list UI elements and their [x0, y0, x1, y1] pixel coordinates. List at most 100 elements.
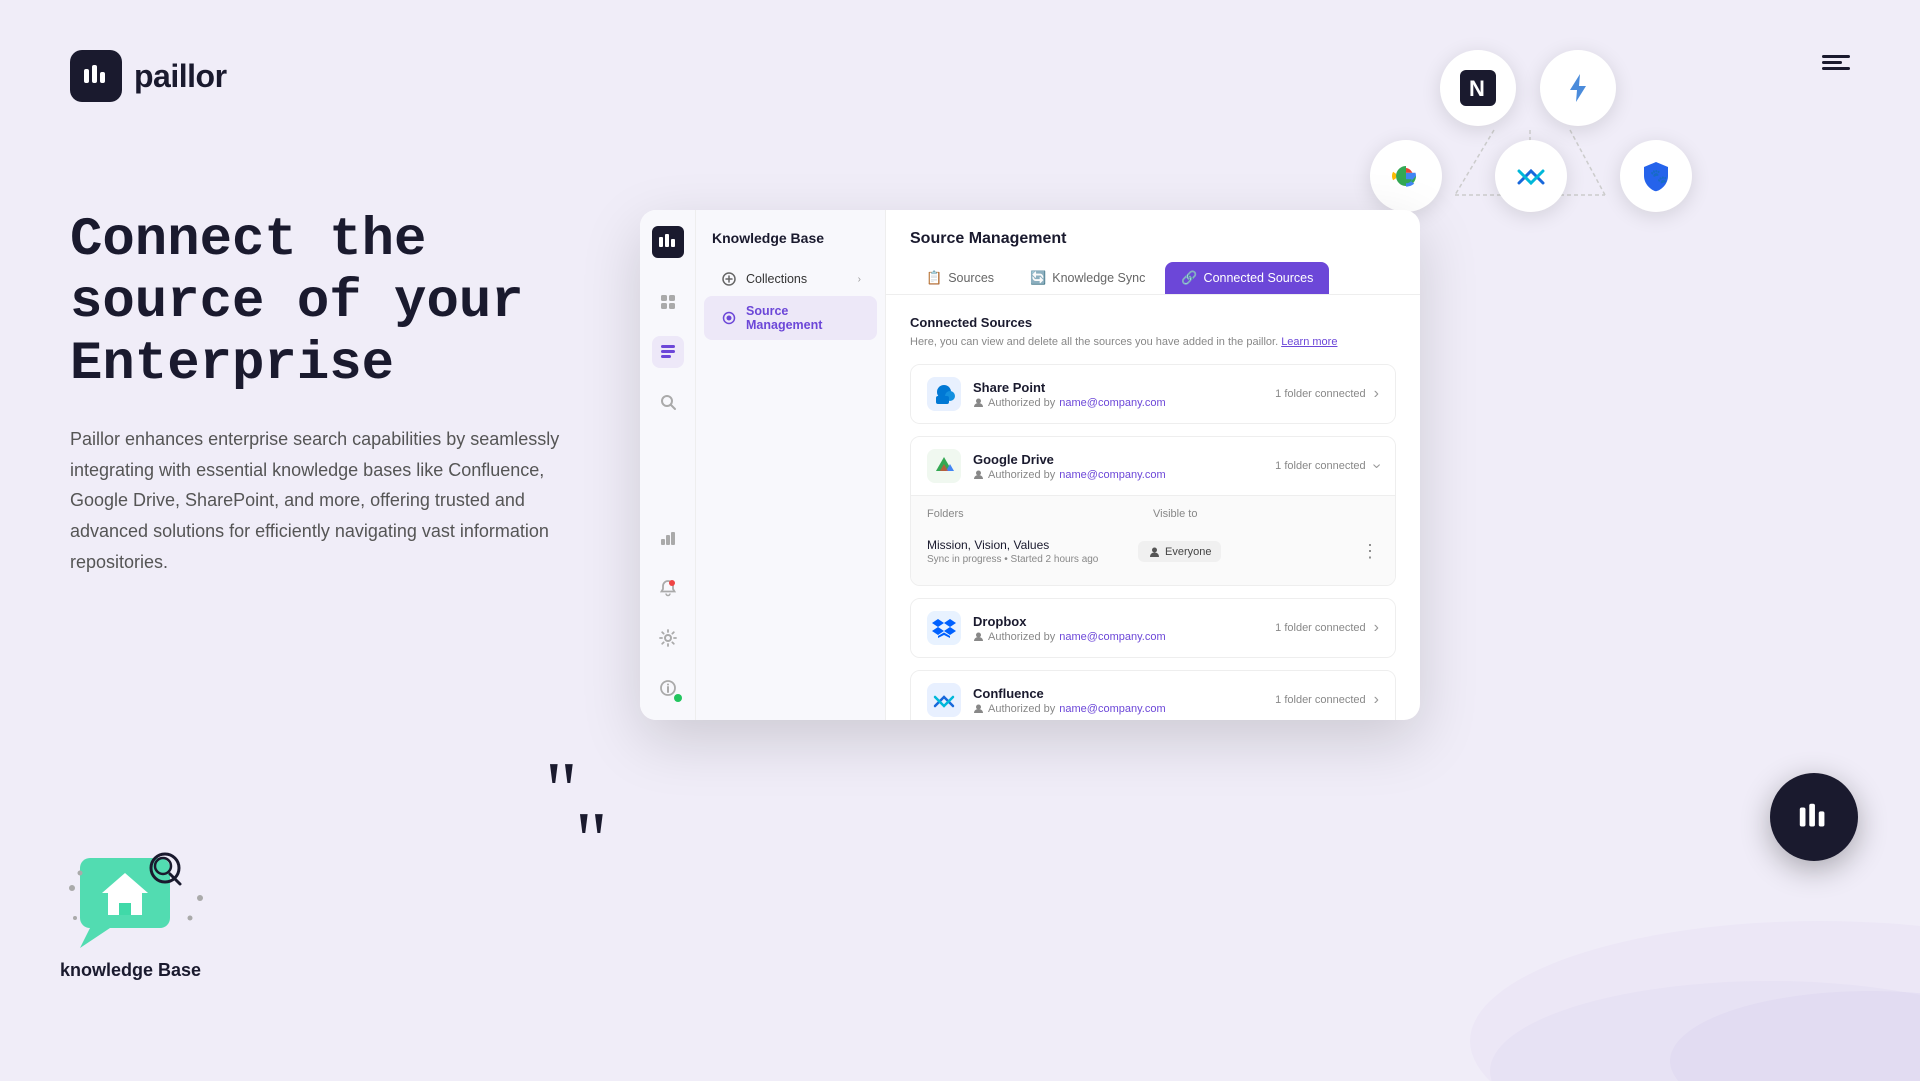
confluence-icon — [1495, 140, 1567, 212]
collections-icon — [720, 270, 738, 288]
confluence-card: Confluence Authorized by name@company.co… — [910, 670, 1396, 720]
collections-chevron: › — [858, 274, 861, 285]
gdrive-chevron[interactable]: › — [1367, 463, 1385, 468]
dropbox-auth-email[interactable]: name@company.com — [1059, 631, 1165, 643]
confluence-header: Confluence Authorized by name@company.co… — [911, 671, 1395, 720]
folder-info: Mission, Vision, Values Sync in progress… — [927, 538, 1138, 565]
dropbox-chevron[interactable]: › — [1374, 619, 1379, 637]
dropbox-name: Dropbox — [973, 614, 1275, 629]
source-mgmt-label: Source Management — [746, 304, 861, 332]
learn-more-link[interactable]: Learn more — [1281, 336, 1337, 348]
sync-tab-label: Knowledge Sync — [1052, 271, 1145, 285]
sharepoint-card: Share Point Authorized by name@company.c… — [910, 364, 1396, 424]
sync-tab-icon: 🔄 — [1030, 270, 1046, 286]
sharepoint-auth-email[interactable]: name@company.com — [1059, 397, 1165, 409]
gdrive-status-text: 1 folder connected — [1275, 460, 1366, 472]
left-panel: Knowledge Base Collections › Source Mana… — [696, 210, 886, 720]
confluence-auth: Authorized by name@company.com — [973, 703, 1275, 715]
gdrive-expanded-body: Folders Visible to Mission, Vision, Valu… — [911, 496, 1395, 585]
section-desc-text: Here, you can view and delete all the so… — [910, 336, 1278, 348]
panel-title: Knowledge Base — [696, 230, 885, 262]
sidebar-item-knowledge[interactable] — [652, 336, 684, 368]
dropbox-auth-label: Authorized by — [988, 631, 1055, 643]
logo-area: paillor — [70, 50, 227, 102]
tab-connected-sources[interactable]: 🔗 Connected Sources — [1165, 262, 1329, 294]
shield-icon: 🐾 — [1620, 140, 1692, 212]
sidebar-item-notifications[interactable] — [652, 572, 684, 604]
notion-icon: N — [1440, 50, 1516, 126]
sidebar-item-home[interactable] — [652, 286, 684, 318]
content-header: Source Management 📋 Sources 🔄 Knowledge … — [886, 210, 1420, 295]
main-content-area: Source Management 📋 Sources 🔄 Knowledge … — [886, 210, 1420, 720]
sidebar-item-settings[interactable] — [652, 622, 684, 654]
brand-name: paillor — [134, 58, 227, 95]
everyone-label: Everyone — [1165, 546, 1211, 558]
logo-icon — [70, 50, 122, 102]
connected-sources-desc: Here, you can view and delete all the so… — [910, 336, 1396, 348]
menu-line-2 — [1822, 61, 1842, 64]
status-dot — [674, 694, 682, 702]
dropbox-header: Dropbox Authorized by name@company.com 1… — [911, 599, 1395, 657]
folder-row: Mission, Vision, Values Sync in progress… — [927, 530, 1379, 573]
sidebar-item-search[interactable] — [652, 386, 684, 418]
sidebar-item-info[interactable] — [652, 672, 684, 704]
hero-title: Connect the source of your Enterprise — [70, 210, 650, 396]
menu-line-3 — [1822, 67, 1850, 70]
more-options-button[interactable]: ⋮ — [1361, 541, 1379, 562]
sharepoint-auth-label: Authorized by — [988, 397, 1055, 409]
tab-knowledge-sync[interactable]: 🔄 Knowledge Sync — [1014, 262, 1161, 294]
gdrive-name: Google Drive — [973, 452, 1275, 467]
nav-item-collections[interactable]: Collections › — [704, 262, 877, 296]
confluence-avatar — [927, 683, 961, 717]
confluence-status-text: 1 folder connected — [1275, 694, 1366, 706]
folder-visibility: Everyone — [1138, 541, 1349, 562]
hero-description: Paillor enhances enterprise search capab… — [70, 424, 590, 577]
quote-close: " — [575, 801, 608, 881]
sharepoint-header: Share Point Authorized by name@company.c… — [911, 365, 1395, 423]
tabs-row: 📋 Sources 🔄 Knowledge Sync 🔗 Connected S… — [910, 262, 1396, 294]
cta-button[interactable] — [1770, 773, 1858, 861]
gdrive-auth-email[interactable]: name@company.com — [1059, 469, 1165, 481]
nav-item-source-management[interactable]: Source Management — [704, 296, 877, 340]
dropbox-avatar — [927, 611, 961, 645]
ui-window: Knowledge Base Collections › Source Mana… — [640, 210, 1420, 720]
visible-col-label: Visible to — [1153, 508, 1379, 520]
confluence-status: 1 folder connected — [1275, 694, 1366, 706]
confluence-auth-label: Authorized by — [988, 703, 1055, 715]
confluence-auth-email[interactable]: name@company.com — [1059, 703, 1165, 715]
folder-headers: Folders Visible to — [927, 508, 1379, 520]
bolt-icon — [1540, 50, 1616, 126]
dropbox-status-text: 1 folder connected — [1275, 622, 1366, 634]
gdrive-avatar — [927, 449, 961, 483]
sharepoint-chevron[interactable]: › — [1374, 385, 1379, 403]
kb-label: knowledge Base — [60, 960, 201, 981]
everyone-badge: Everyone — [1138, 541, 1221, 562]
connected-sources-title: Connected Sources — [910, 315, 1396, 330]
connected-tab-label: Connected Sources — [1204, 271, 1314, 285]
dropbox-info: Dropbox Authorized by name@company.com — [973, 614, 1275, 643]
sharepoint-status: 1 folder connected — [1275, 388, 1366, 400]
tab-sources[interactable]: 📋 Sources — [910, 262, 1010, 294]
collections-label: Collections — [746, 272, 850, 286]
gdrive-card: Google Drive Authorized by name@company.… — [910, 436, 1396, 586]
content-body: Connected Sources Here, you can view and… — [886, 295, 1420, 720]
dropbox-status: 1 folder connected — [1275, 622, 1366, 634]
confluence-chevron[interactable]: › — [1374, 691, 1379, 709]
folder-name: Mission, Vision, Values — [927, 538, 1138, 552]
source-mgmt-icon — [720, 309, 738, 327]
sharepoint-status-text: 1 folder connected — [1275, 388, 1366, 400]
dropbox-auth: Authorized by name@company.com — [973, 631, 1275, 643]
gdrive-header: Google Drive Authorized by name@company.… — [911, 437, 1395, 496]
kb-illustration: knowledge Base — [60, 838, 201, 981]
google-icon — [1370, 140, 1442, 212]
cta-icon — [1796, 799, 1832, 835]
folders-col-label: Folders — [927, 508, 1153, 520]
sidebar-logo — [652, 226, 684, 258]
menu-button[interactable] — [1822, 55, 1850, 70]
hero-section: Connect the source of your Enterprise Pa… — [70, 210, 650, 577]
dropbox-card: Dropbox Authorized by name@company.com 1… — [910, 598, 1396, 658]
sidebar-item-chart[interactable] — [652, 522, 684, 554]
sharepoint-name: Share Point — [973, 380, 1275, 395]
svg-text:N: N — [1469, 76, 1485, 101]
kb-icon-box — [60, 838, 190, 948]
